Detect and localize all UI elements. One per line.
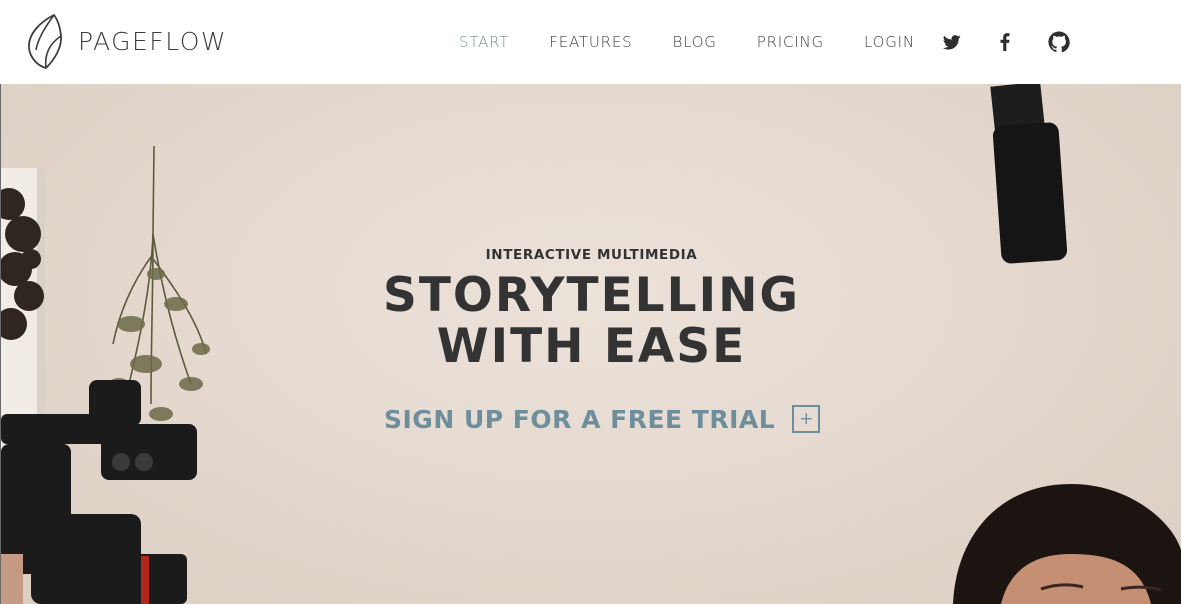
nav-item-features[interactable]: FEATURES <box>549 33 632 51</box>
github-icon[interactable] <box>1048 31 1070 53</box>
hero-headline-line2: WITH EASE <box>436 319 747 374</box>
nav-item-start[interactable]: START <box>459 33 509 51</box>
nav-item-blog[interactable]: BLOG <box>672 33 716 51</box>
plus-icon: + <box>792 405 821 433</box>
main-nav: START FEATURES BLOG PRICING LOGIN <box>459 30 955 54</box>
nav-item-login[interactable]: LOGIN <box>864 33 915 51</box>
feather-leaf-icon <box>28 13 62 69</box>
social-links <box>941 29 1070 55</box>
brand-name: PAGEFLOW <box>78 26 228 56</box>
free-trial-label: SIGN UP FOR A FREE TRIAL <box>384 404 776 434</box>
facebook-icon[interactable] <box>994 31 1016 53</box>
hero-headline: STORYTELLING WITH EASE <box>1 270 1181 372</box>
hero-headline-line1: STORYTELLING <box>383 268 800 323</box>
hero-section: INTERACTIVE MULTIMEDIA STORYTELLING WITH… <box>0 84 1181 604</box>
nav-item-pricing[interactable]: PRICING <box>757 33 824 51</box>
site-header: PAGEFLOW START FEATURES BLOG PRICING LOG… <box>0 0 1181 84</box>
twitter-icon[interactable] <box>941 31 963 53</box>
hero-eyebrow: INTERACTIVE MULTIMEDIA <box>485 247 698 263</box>
brand-logo[interactable]: PAGEFLOW <box>24 12 227 70</box>
free-trial-cta[interactable]: SIGN UP FOR A FREE TRIAL + <box>384 402 821 436</box>
